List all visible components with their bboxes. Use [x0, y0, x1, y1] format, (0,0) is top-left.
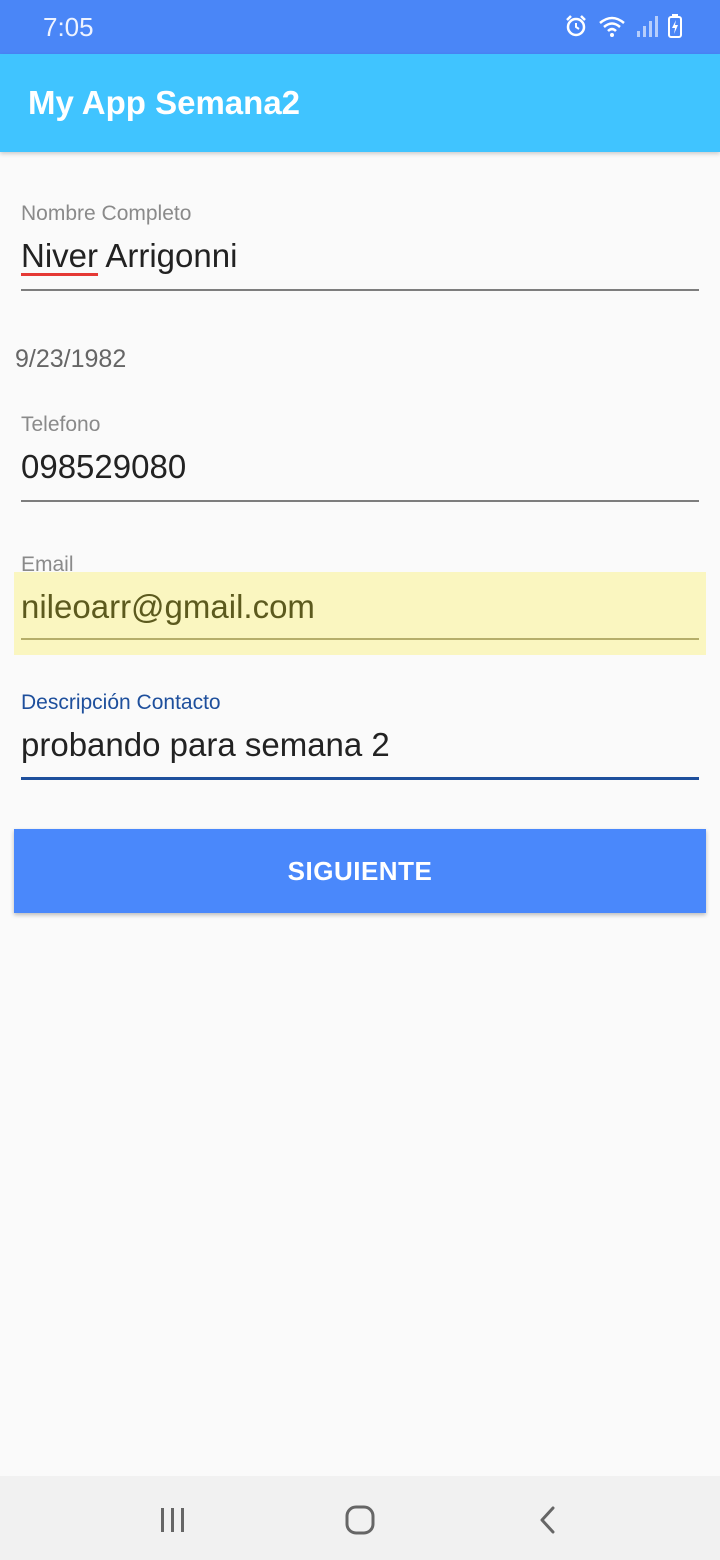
back-icon[interactable] [528, 1500, 568, 1540]
wifi-icon [598, 14, 626, 43]
navigation-bar [0, 1476, 720, 1560]
telefono-field[interactable]: Telefono 098529080 [21, 413, 699, 502]
signal-icon [636, 14, 658, 43]
descripcion-field[interactable]: Descripción Contacto probando para seman… [21, 691, 699, 780]
email-underline [21, 638, 699, 640]
battery-icon [668, 13, 682, 43]
descripcion-input[interactable]: probando para semana 2 [21, 725, 699, 765]
telefono-label: Telefono [21, 413, 101, 436]
status-time: 7:05 [43, 12, 94, 42]
telefono-underline [21, 500, 699, 502]
email-label: Email [21, 553, 74, 576]
email-field[interactable]: Email nileoarr@gmail.com [21, 553, 699, 640]
app-title: My App Semana2 [28, 84, 301, 121]
birth-date[interactable]: 9/23/1982 [15, 345, 126, 374]
telefono-input[interactable]: 098529080 [21, 447, 699, 487]
descripcion-label: Descripción Contacto [21, 691, 221, 714]
nombre-value-first: Niver [21, 237, 99, 274]
email-input[interactable]: nileoarr@gmail.com [21, 587, 699, 627]
nombre-input[interactable]: Niver Arrigonni [21, 236, 699, 276]
alarm-icon [564, 14, 588, 43]
nombre-underline [21, 289, 699, 291]
recent-apps-icon[interactable] [153, 1500, 193, 1540]
nombre-label: Nombre Completo [21, 202, 192, 225]
descripcion-underline [21, 777, 699, 780]
status-icons [564, 13, 682, 43]
nombre-value-rest: Arrigonni [98, 237, 238, 274]
nombre-field[interactable]: Nombre Completo Niver Arrigonni [21, 202, 699, 291]
siguiente-button[interactable]: SIGUIENTE [14, 829, 706, 913]
home-icon[interactable] [340, 1500, 380, 1540]
app-bar: My App Semana2 [0, 54, 720, 152]
status-bar: 7:05 [0, 0, 720, 54]
